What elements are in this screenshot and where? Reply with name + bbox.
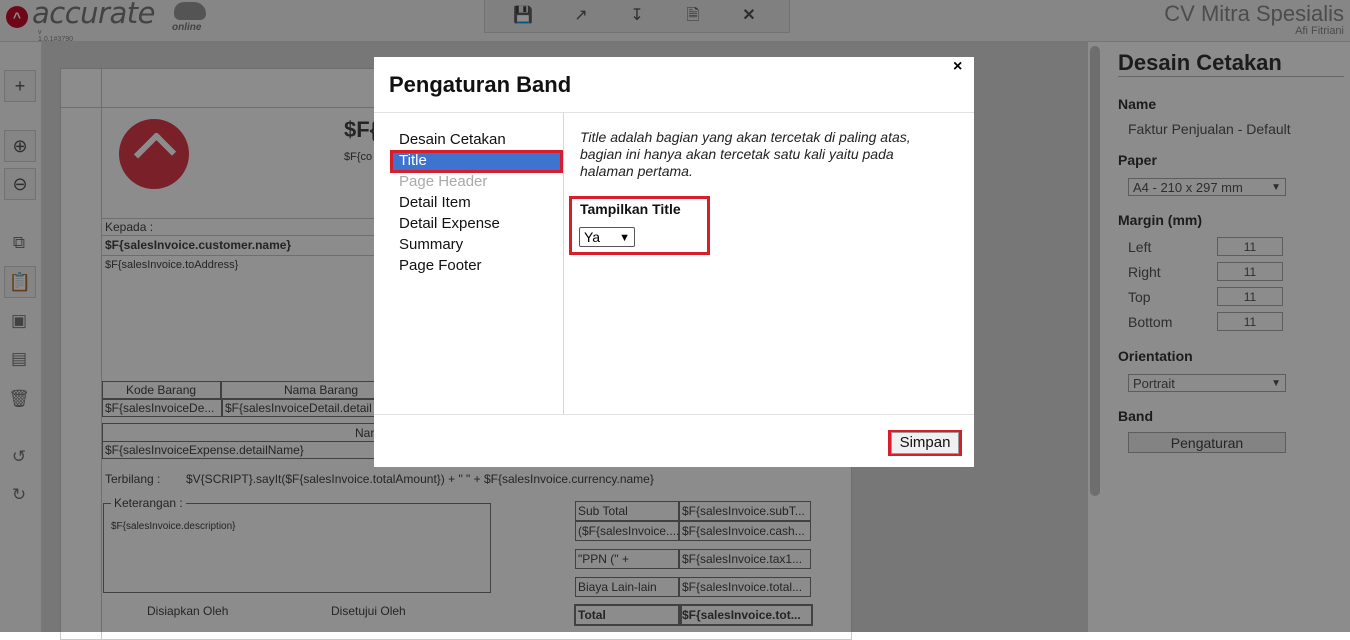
close-icon[interactable]: × <box>953 58 962 76</box>
nav-detail-item[interactable]: Detail Item <box>399 194 471 211</box>
nav-desain-cetakan[interactable]: Desain Cetakan <box>399 131 506 148</box>
tampilkan-title-value: Ya <box>584 229 601 245</box>
nav-summary[interactable]: Summary <box>399 236 463 253</box>
chevron-down-icon: ▼ <box>619 232 630 244</box>
nav-page-header: Page Header <box>399 173 488 190</box>
dialog-title: Pengaturan Band <box>389 72 572 97</box>
dialog-footer-divider <box>374 414 974 415</box>
nav-page-footer[interactable]: Page Footer <box>399 257 482 274</box>
save-button[interactable]: Simpan <box>891 432 959 454</box>
nav-detail-expense[interactable]: Detail Expense <box>399 215 500 232</box>
highlight-box-nav <box>390 150 563 173</box>
tampilkan-title-label: Tampilkan Title <box>580 201 681 217</box>
tampilkan-title-select[interactable]: Ya ▼ <box>579 227 635 247</box>
dialog-column-divider <box>563 113 564 414</box>
band-settings-dialog: Pengaturan Band × Desain Cetakan Title P… <box>374 57 974 467</box>
dialog-header-divider <box>374 112 974 113</box>
band-description: Title adalah bagian yang akan tercetak d… <box>580 129 911 179</box>
